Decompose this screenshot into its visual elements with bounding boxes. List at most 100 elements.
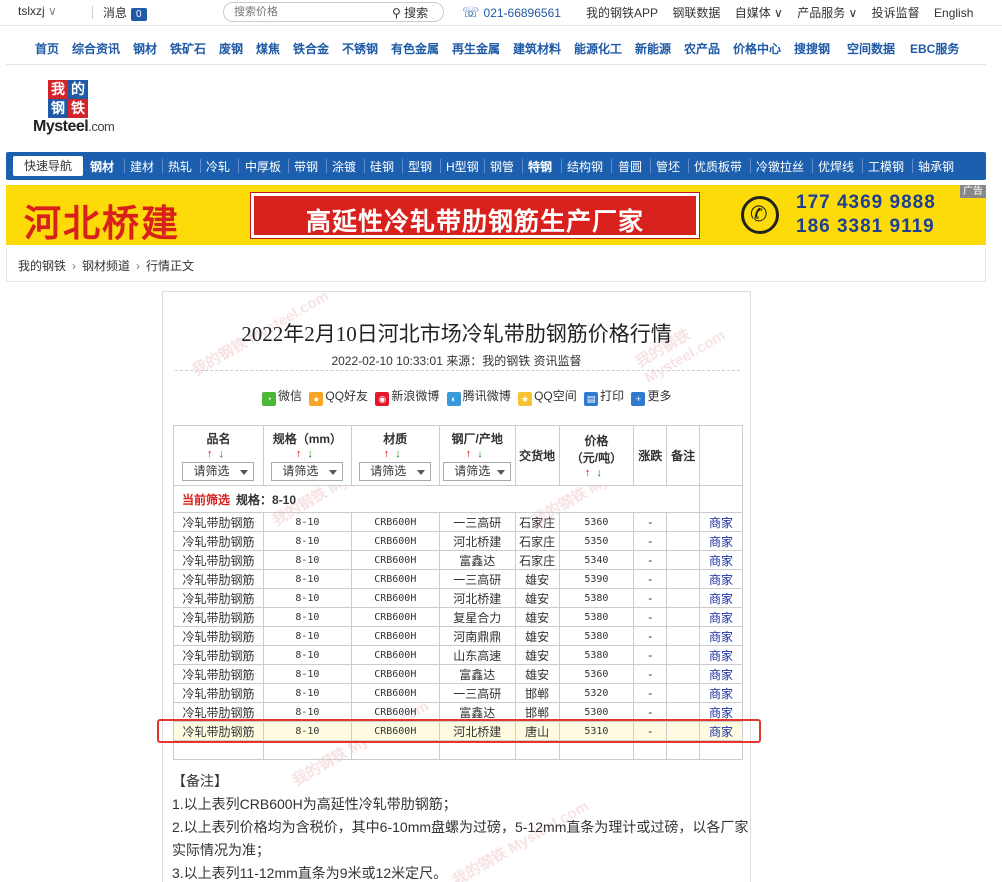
share-label: 新浪微博 (391, 389, 440, 403)
sort-down-icon[interactable]: ↓ (395, 448, 407, 460)
filter-select-factory[interactable]: 请筛选 (443, 462, 512, 481)
cell-change: - (633, 683, 668, 703)
sort-up-icon[interactable]: ↑ (384, 448, 396, 460)
cell-price: 5380 (558, 645, 635, 665)
logo-char: 我 (48, 80, 68, 99)
category-item[interactable]: 管坯 (656, 158, 680, 175)
merchant-link[interactable]: 商家 (699, 531, 743, 551)
breadcrumb-item[interactable]: 我的钢铁 (18, 259, 66, 273)
merchant-link[interactable]: 商家 (699, 683, 743, 703)
sort-down-icon[interactable]: ↓ (596, 467, 608, 479)
share-weibo[interactable]: ◉ 新浪微博 (375, 387, 439, 406)
category-item[interactable]: 工模钢 (868, 158, 904, 175)
main-nav-item[interactable]: 建筑材料 (513, 40, 561, 57)
merchant-link[interactable]: 商家 (699, 569, 743, 589)
category-item[interactable]: 热轧 (168, 158, 192, 175)
category-item[interactable]: 涂镀 (332, 158, 356, 175)
share-qq[interactable]: ● QQ好友 (309, 387, 368, 406)
user-menu[interactable]: tslxzj ∨ (18, 4, 57, 18)
merchant-link[interactable]: 商家 (699, 607, 743, 627)
category-item[interactable]: H型钢 (446, 158, 479, 175)
filter-select-name[interactable]: 请筛选 (182, 462, 255, 481)
merchant-link[interactable]: 商家 (699, 626, 743, 646)
merchant-link[interactable]: 商家 (699, 512, 743, 532)
search-input[interactable] (234, 4, 384, 20)
main-nav-item[interactable]: 首页 (35, 40, 59, 57)
top-link-complaint[interactable]: 投诉监督 (872, 6, 920, 20)
main-nav-item[interactable]: 农产品 (684, 40, 720, 57)
category-item[interactable]: 普圆 (618, 158, 642, 175)
sort-down-icon[interactable]: ↓ (307, 448, 319, 460)
category-item[interactable]: 结构钢 (567, 158, 603, 175)
merchant-link[interactable]: 商家 (699, 664, 743, 684)
search-button[interactable]: ⚲ 搜索 (392, 4, 428, 21)
breadcrumb-item[interactable]: 钢材频道 (82, 259, 130, 273)
category-item[interactable]: 中厚板 (245, 158, 281, 175)
filter-select-material[interactable]: 请筛选 (359, 462, 432, 481)
filter-select-spec[interactable]: 请筛选 (271, 462, 344, 481)
cell-material: CRB600H (350, 531, 440, 551)
category-item[interactable]: 带钢 (294, 158, 318, 175)
main-nav-item[interactable]: 煤焦 (256, 40, 280, 57)
sort-down-icon[interactable]: ↓ (218, 448, 230, 460)
main-nav-item[interactable]: EBC服务 (910, 40, 959, 57)
top-link-english[interactable]: English (934, 6, 973, 20)
category-item[interactable]: 钢管 (490, 158, 514, 175)
category-item[interactable]: 优质板带 (694, 158, 742, 175)
header-label: 价格 (584, 434, 609, 448)
category-item[interactable]: 型钢 (408, 158, 432, 175)
share-qzone[interactable]: ★ QQ空间 (518, 387, 577, 406)
category-item[interactable]: 钢材 (90, 158, 114, 175)
category-item[interactable]: 轴承钢 (918, 158, 954, 175)
site-logo[interactable]: 我 的 钢 铁 Mysteel.com (33, 80, 133, 140)
top-link-data[interactable]: 钢联数据 (672, 6, 720, 20)
main-nav-item[interactable]: 搜搜钢 (794, 40, 830, 57)
main-nav-item[interactable]: 价格中心 (733, 40, 781, 57)
sort-up-icon[interactable]: ↑ (466, 448, 478, 460)
merchant-link[interactable]: 商家 (699, 550, 743, 570)
main-nav-item[interactable]: 综合资讯 (72, 40, 120, 57)
share-wechat[interactable]: ◔ 微信 (262, 387, 302, 406)
sort-down-icon[interactable]: ↓ (477, 448, 489, 460)
sort-up-icon[interactable]: ↑ (207, 448, 219, 460)
merchant-link[interactable]: 商家 (699, 645, 743, 665)
main-nav-item[interactable]: 能源化工 (574, 40, 622, 57)
main-nav-item[interactable]: 铁矿石 (170, 40, 206, 57)
cell-spec: 8-10 (262, 550, 352, 570)
main-nav-item[interactable]: 不锈钢 (342, 40, 378, 57)
select-label: 请筛选 (282, 464, 319, 478)
cell-name: 冷轧带肋钢筋 (173, 588, 264, 608)
cell-place: 唐山 (514, 721, 560, 741)
header-label: 钢厂/产地 (451, 432, 503, 446)
main-nav-item[interactable]: 空间数据 (847, 40, 895, 57)
category-item[interactable]: 优焊线 (818, 158, 854, 175)
main-nav-item[interactable]: 钢材 (133, 40, 157, 57)
top-link-media[interactable]: 自媒体 ∨ (735, 6, 783, 20)
divider (175, 370, 740, 371)
main-nav-item[interactable]: 再生金属 (452, 40, 500, 57)
main-nav-item[interactable]: 新能源 (635, 40, 671, 57)
share-tencent-weibo[interactable]: ◐ 腾讯微博 (446, 387, 511, 406)
main-nav-item[interactable]: 废钢 (219, 40, 243, 57)
table-row: 冷轧带肋钢筋 8-10 CRB600H 一三高研 邯郸 5320- 商家 (173, 683, 743, 703)
category-item[interactable]: 冷轧 (206, 158, 230, 175)
merchant-link[interactable]: 商家 (699, 588, 743, 608)
sort-up-icon[interactable]: ↑ (296, 448, 308, 460)
category-item[interactable]: 硅钢 (370, 158, 394, 175)
merchant-link[interactable]: 商家 (699, 702, 743, 722)
top-link-products[interactable]: 产品服务 ∨ (797, 6, 857, 20)
sort-up-icon[interactable]: ↑ (585, 467, 597, 479)
merchant-link[interactable]: 商家 (699, 721, 743, 741)
print-button[interactable]: ▤ 打印 (584, 387, 624, 406)
category-item[interactable]: 特钢 (528, 158, 552, 175)
category-item[interactable]: 建材 (130, 158, 154, 175)
quick-nav-button[interactable]: 快速导航 (13, 156, 83, 176)
top-link-app[interactable]: 我的钢铁APP (586, 6, 658, 20)
category-item[interactable]: 冷镦拉丝 (756, 158, 804, 175)
ad-banner[interactable]: 河北桥建 高延性冷轧带肋钢筋生产厂家 ✆ 177 4369 9888 186 3… (6, 185, 986, 245)
table-row: 冷轧带肋钢筋 8-10 CRB600H 富鑫达 雄安 5360- 商家 (173, 664, 743, 684)
messages-link[interactable]: 消息 0 (103, 4, 147, 21)
share-more[interactable]: + 更多 (631, 387, 671, 406)
main-nav-item[interactable]: 有色金属 (391, 40, 439, 57)
main-nav-item[interactable]: 铁合金 (293, 40, 329, 57)
